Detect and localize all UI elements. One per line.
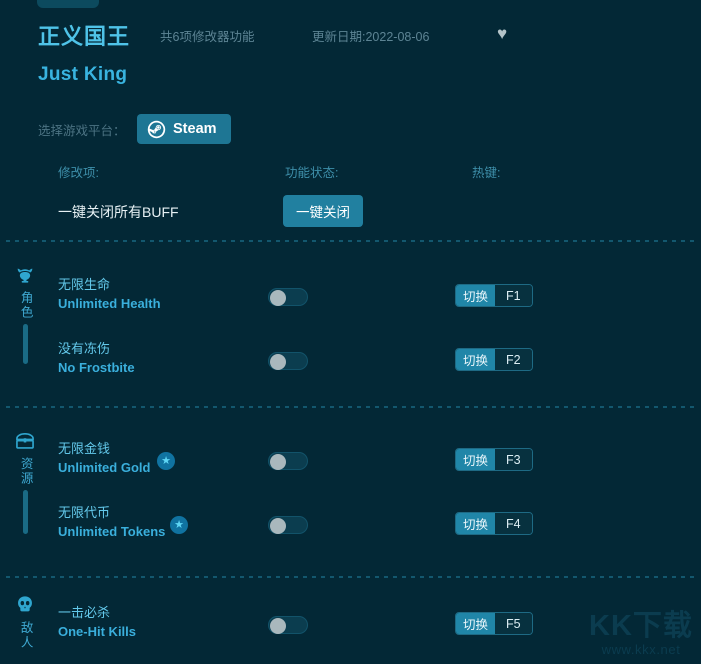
table-row: 一击必杀 One-Hit Kills 切换 F5 bbox=[0, 604, 701, 648]
heart-icon[interactable]: ♥ bbox=[493, 25, 511, 43]
toggle-knob bbox=[270, 354, 286, 370]
toggle-knob bbox=[270, 518, 286, 534]
row-labels: 一击必杀 One-Hit Kills bbox=[58, 604, 136, 641]
hotkey-key-label: F3 bbox=[495, 449, 532, 470]
column-header-name: 修改项: bbox=[58, 166, 99, 180]
update-date-label: 更新日期:2022-08-06 bbox=[312, 30, 430, 44]
row-labels: 无限代币 Unlimited Tokens bbox=[58, 504, 165, 541]
group-resources: 资源 无限金钱 Unlimited Gold ★ 切换 F3 无限代币 Unli… bbox=[0, 430, 701, 570]
hotkey-key-label: F1 bbox=[495, 285, 532, 306]
row-hotkey[interactable]: 切换 F4 bbox=[455, 512, 533, 535]
hotkey-key-label: F5 bbox=[495, 613, 532, 634]
premium-star-icon: ★ bbox=[170, 516, 188, 534]
column-header-status: 功能状态: bbox=[285, 166, 339, 180]
row-label-cn: 无限代币 bbox=[58, 505, 111, 520]
row-label-cn: 无限生命 bbox=[58, 277, 111, 292]
hotkey-key-label: F2 bbox=[495, 349, 532, 370]
row-label-cn: 一击必杀 bbox=[58, 605, 111, 620]
feature-count-label: 共6项修改器功能 bbox=[160, 30, 255, 44]
game-header: 正义国王 共6项修改器功能 更新日期:2022-08-06 ♥ Just Kin… bbox=[0, 22, 701, 85]
row-label-cn: 无限金钱 bbox=[58, 441, 111, 456]
platform-steam-button[interactable]: Steam bbox=[137, 114, 231, 144]
hotkey-action-label: 切换 bbox=[456, 285, 496, 306]
row-toggle[interactable] bbox=[268, 352, 308, 370]
platform-label: 选择游戏平台： bbox=[38, 124, 126, 138]
toggle-knob bbox=[270, 618, 286, 634]
table-row: 没有冻伤 No Frostbite 切换 F2 bbox=[0, 340, 701, 384]
hotkey-key-label: F4 bbox=[495, 513, 532, 534]
table-row: 无限代币 Unlimited Tokens ★ 切换 F4 bbox=[0, 504, 701, 548]
row-label-en: One-Hit Kills bbox=[58, 624, 137, 639]
table-row: 无限生命 Unlimited Health 切换 F1 bbox=[0, 276, 701, 320]
section-separator-1 bbox=[6, 240, 696, 242]
toggle-knob bbox=[270, 290, 286, 306]
hotkey-action-label: 切换 bbox=[456, 449, 496, 470]
section-separator-2 bbox=[6, 406, 696, 408]
row-hotkey[interactable]: 切换 F3 bbox=[455, 448, 533, 471]
master-disable-label: 一键关闭所有BUFF bbox=[58, 204, 179, 220]
title-row: 正义国王 共6项修改器功能 更新日期:2022-08-06 ♥ bbox=[0, 22, 701, 56]
master-disable-button[interactable]: 一键关闭 bbox=[283, 195, 363, 227]
platform-steam-label: Steam bbox=[173, 121, 217, 137]
premium-star-icon: ★ bbox=[157, 452, 175, 470]
platform-selector-row: 选择游戏平台： Steam bbox=[0, 114, 701, 144]
top-tab-stub[interactable] bbox=[37, 0, 99, 8]
master-disable-row: 一键关闭所有BUFF 一键关闭 bbox=[0, 195, 701, 229]
row-label-en: Unlimited Tokens bbox=[58, 524, 166, 539]
row-label-en: No Frostbite bbox=[58, 360, 135, 375]
row-toggle[interactable] bbox=[268, 516, 308, 534]
row-labels: 没有冻伤 No Frostbite bbox=[58, 340, 135, 377]
row-toggle[interactable] bbox=[268, 616, 308, 634]
row-labels: 无限生命 Unlimited Health bbox=[58, 276, 161, 313]
section-separator-3 bbox=[6, 576, 696, 578]
row-hotkey[interactable]: 切换 F1 bbox=[455, 284, 533, 307]
row-label-en: Unlimited Gold bbox=[58, 460, 151, 475]
modifier-app-window: 正义国王 共6项修改器功能 更新日期:2022-08-06 ♥ Just Kin… bbox=[0, 0, 701, 664]
row-label-cn: 没有冻伤 bbox=[58, 341, 111, 356]
row-labels: 无限金钱 Unlimited Gold bbox=[58, 440, 150, 477]
row-toggle[interactable] bbox=[268, 452, 308, 470]
hotkey-action-label: 切换 bbox=[456, 513, 496, 534]
steam-icon bbox=[147, 120, 166, 138]
row-hotkey[interactable]: 切换 F5 bbox=[455, 612, 533, 635]
group-enemies: 敌人 一击必杀 One-Hit Kills 切换 F5 bbox=[0, 594, 701, 664]
row-toggle[interactable] bbox=[268, 288, 308, 306]
table-row: 无限金钱 Unlimited Gold ★ 切换 F3 bbox=[0, 440, 701, 484]
group-character: 角色 无限生命 Unlimited Health 切换 F1 没有冻伤 No F… bbox=[0, 264, 701, 400]
row-hotkey[interactable]: 切换 F2 bbox=[455, 348, 533, 371]
row-label-en: Unlimited Health bbox=[58, 296, 161, 311]
page-title-cn: 正义国王 bbox=[38, 24, 131, 49]
hotkey-action-label: 切换 bbox=[456, 613, 496, 634]
hotkey-action-label: 切换 bbox=[456, 349, 496, 370]
toggle-knob bbox=[270, 454, 286, 470]
column-headers: 修改项: 功能状态: 热键: bbox=[0, 162, 701, 182]
column-header-hotkey: 热键: bbox=[472, 166, 501, 180]
page-title-en: Just King bbox=[38, 64, 128, 85]
